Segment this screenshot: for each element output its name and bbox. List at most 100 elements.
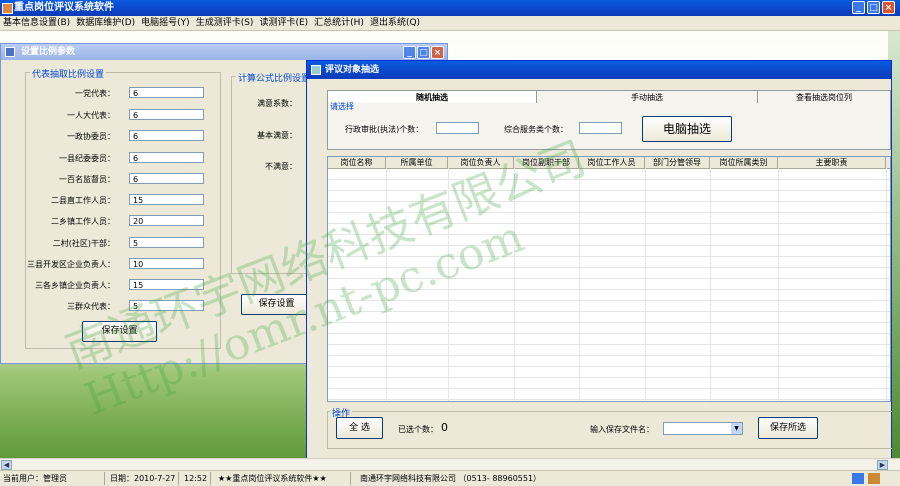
status-company: 南通环宇网络科技有限公司 （0513- 88960551） (360, 474, 542, 483)
select-all-button[interactable]: 全 选 (336, 417, 383, 439)
grid-row-line (328, 366, 890, 367)
grid-row-line (328, 223, 890, 224)
selection-window: 评议对象抽选 随机抽选 手动抽选 查看抽选岗位列 请选择 行政审批(执法)个数：… (306, 60, 892, 460)
save-selected-button[interactable]: 保存所选 (758, 417, 818, 439)
menu-basic-info[interactable]: 基本信息设置(B) (0, 16, 73, 30)
menu-statistics[interactable]: 汇总统计(H) (311, 16, 367, 30)
selected-count-value: 0 (441, 421, 448, 434)
settings-maximize-button[interactable]: □ (417, 46, 430, 59)
tray-icon (852, 473, 864, 484)
tab-manual[interactable]: 手动抽选 (536, 90, 758, 103)
grid-row-line (328, 333, 890, 334)
selection-title-bar: 评议对象抽选 (307, 61, 891, 79)
admin-count-label: 行政审批(执法)个数： (345, 125, 424, 134)
field-input[interactable]: 10 (129, 258, 204, 269)
status-sep (178, 472, 179, 485)
field-input[interactable]: 6 (129, 152, 204, 163)
field-input[interactable]: 6 (129, 87, 204, 98)
status-software: ★★重点岗位评议系统软件★★ (218, 474, 327, 483)
selected-count-label: 已选个数： (398, 425, 438, 434)
admin-count-input[interactable] (436, 122, 479, 134)
scroll-right-icon[interactable]: ▶ (877, 460, 888, 470)
menu-lottery[interactable]: 电脑摇号(Y) (138, 16, 193, 30)
grid-row-line (328, 278, 890, 279)
status-sep (104, 472, 105, 485)
settings-minimize-button[interactable]: _ (403, 46, 416, 59)
col-dept-leader[interactable]: 部门分管领导 (645, 157, 710, 168)
position-grid[interactable]: 岗位名称 所属单位 岗位负责人 岗位副职干部 岗位工作人员 部门分管领导 岗位所… (327, 156, 891, 402)
settings-close-button[interactable]: × (431, 46, 444, 59)
chevron-down-icon[interactable]: ▼ (731, 423, 742, 434)
grid-row-line (328, 289, 890, 290)
grid-col-line (645, 168, 646, 401)
status-time: 12:52 (184, 474, 208, 483)
field-input[interactable]: 5 (129, 237, 204, 248)
field-input[interactable]: 6 (129, 109, 204, 120)
grid-row-line (328, 201, 890, 202)
field-input[interactable]: 6 (129, 130, 204, 141)
field-label: 一百名监督员： (59, 175, 115, 184)
grid-row-line (328, 190, 890, 191)
save-formula-button[interactable]: 保存设置 (241, 294, 311, 315)
field-label: 二乡镇工作人员： (51, 217, 115, 226)
field-input[interactable]: 5 (129, 300, 204, 311)
col-leader[interactable]: 岗位负责人 (448, 157, 514, 168)
field-label: 二村(社区)干部： (52, 239, 115, 248)
status-sep (210, 472, 211, 485)
field-label: 三县开发区企业负责人： (27, 260, 115, 269)
field-label: 一政协委员： (67, 132, 115, 141)
col-unit[interactable]: 所属单位 (386, 157, 448, 168)
filename-combobox[interactable]: ▼ (663, 422, 743, 435)
selection-title: 评议对象抽选 (325, 65, 380, 75)
grid-row-line (328, 311, 890, 312)
menu-read-card[interactable]: 读测评卡(E) (256, 16, 311, 30)
minimize-button[interactable]: _ (852, 1, 865, 14)
grid-col-line (386, 168, 387, 401)
scroll-left-icon[interactable]: ◀ (1, 460, 12, 470)
grid-row-line (328, 234, 890, 235)
close-button[interactable]: × (882, 1, 895, 14)
grid-row-line (328, 322, 890, 323)
window-icon (311, 65, 321, 75)
grid-row-line (328, 388, 890, 389)
field-input[interactable]: 15 (129, 279, 204, 290)
field-label: 一县纪委委员： (59, 154, 115, 163)
col-staff[interactable]: 岗位工作人员 (579, 157, 645, 168)
field-input[interactable]: 6 (129, 173, 204, 184)
grid-row-line (328, 355, 890, 356)
grid-row-line (328, 300, 890, 301)
grid-col-line (886, 168, 887, 401)
app-icon (2, 3, 13, 14)
grid-col-line (778, 168, 779, 401)
field-label: 三群众代表： (67, 302, 115, 311)
service-count-input[interactable] (579, 122, 622, 134)
tab-view-list[interactable]: 查看抽选岗位列 (757, 90, 891, 103)
grid-row-line (328, 399, 890, 400)
save-settings-button[interactable]: 保存设置 (82, 321, 157, 342)
col-category[interactable]: 岗位所属类别 (710, 157, 778, 168)
col-duties[interactable]: 主要职责 (778, 157, 886, 168)
grid-row-line (328, 344, 890, 345)
col-position-name[interactable]: 岗位名称 (328, 157, 386, 168)
status-sep (350, 472, 351, 485)
field-label: 三各乡镇企业负责人： (35, 281, 115, 290)
window-icon (5, 47, 15, 57)
col-deputy[interactable]: 岗位副职干部 (514, 157, 579, 168)
field-input[interactable]: 15 (129, 194, 204, 205)
field-label: 一党代表： (75, 89, 115, 98)
tray-icon (868, 473, 880, 484)
app-title: 重点岗位评议系统软件 (14, 2, 114, 13)
field-input[interactable]: 20 (129, 215, 204, 226)
menu-db-maintenance[interactable]: 数据库维护(D) (73, 16, 138, 30)
menu-exit[interactable]: 退出系统(Q) (367, 16, 423, 30)
status-date: 日期：2010-7-27 (110, 474, 176, 483)
satisfied-label: 满意系数： (257, 99, 297, 108)
tab-random[interactable]: 随机抽选 (327, 90, 537, 103)
grid-col-line (448, 168, 449, 401)
menu-generate-card[interactable]: 生成测评卡(S) (193, 16, 257, 30)
maximize-button[interactable]: □ (867, 1, 880, 14)
grid-header: 岗位名称 所属单位 岗位负责人 岗位副职干部 岗位工作人员 部门分管领导 岗位所… (328, 157, 890, 169)
computer-draw-button[interactable]: 电脑抽选 (642, 116, 732, 142)
status-user: 当前用户：管理员 (3, 474, 67, 483)
grid-row-line (328, 256, 890, 257)
